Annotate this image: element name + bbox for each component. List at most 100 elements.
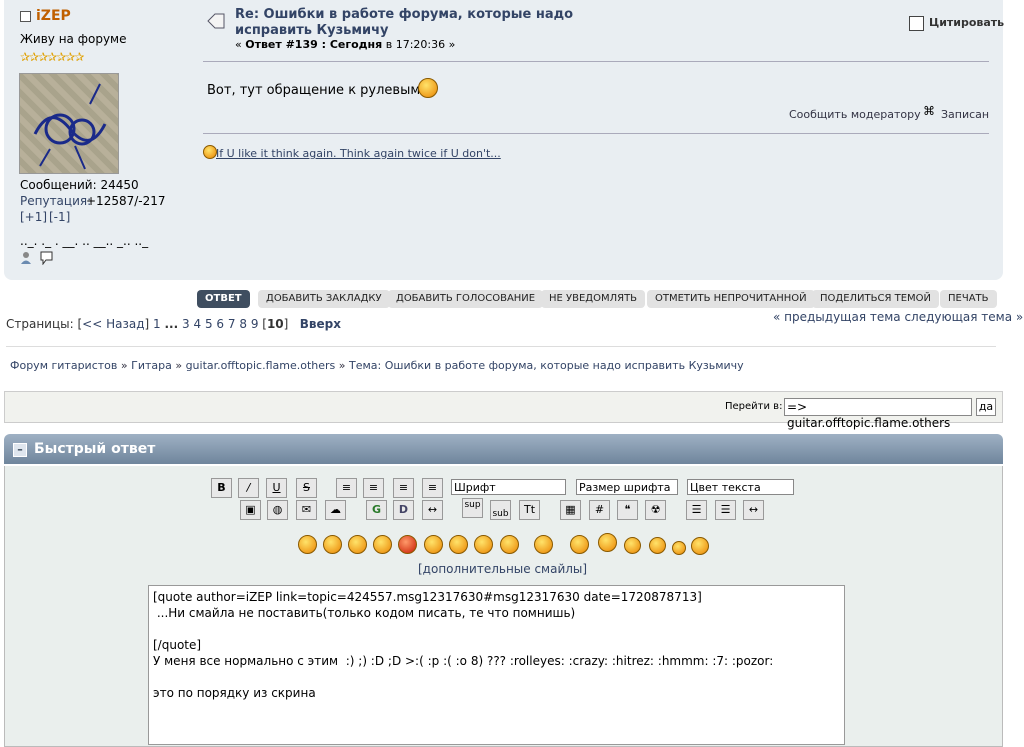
align-pre-icon[interactable]: ≡ <box>336 478 357 498</box>
page-link-6[interactable]: 6 <box>216 317 224 331</box>
breadcrumb-topic[interactable]: Тема: Ошибки в работе форума, которые на… <box>349 359 744 372</box>
collapse-toggle-icon[interactable]: – <box>13 443 27 457</box>
smiley-wink-icon[interactable] <box>323 535 342 554</box>
quote-icon[interactable] <box>909 16 924 31</box>
quick-reply-header: – Быстрый ответ <box>4 434 1003 464</box>
underline-icon[interactable]: U <box>266 478 287 498</box>
post-divider <box>203 61 989 62</box>
quote-button[interactable]: Цитировать <box>929 16 1004 29</box>
page-link-7[interactable]: 7 <box>228 317 236 331</box>
select-post-checkbox[interactable] <box>20 11 31 22</box>
smiley-grin-icon[interactable] <box>373 535 392 554</box>
glow-icon[interactable]: G <box>366 500 387 520</box>
breadcrumb-board[interactable]: guitar.offtopic.flame.others <box>186 359 336 372</box>
font-color-select[interactable]: Цвет текста <box>687 479 794 495</box>
horizontal-rule-icon[interactable]: ↔ <box>743 500 764 520</box>
smiley-pozor-icon[interactable] <box>691 537 709 555</box>
jump-go-button[interactable]: да <box>976 398 996 416</box>
teletype-icon[interactable]: Tt <box>519 500 540 520</box>
post-count: Сообщений: 24450 <box>20 178 139 192</box>
prev-next-topic[interactable]: « предыдущая тема следующая тема » <box>773 310 1023 324</box>
bold-icon[interactable]: B <box>211 478 232 498</box>
table-icon[interactable]: ▦ <box>560 500 581 520</box>
jump-label: Перейти в: <box>725 401 783 412</box>
smiley-smile-icon[interactable] <box>298 535 317 554</box>
mark-unread-button[interactable]: ОТМЕТИТЬ НЕПРОЧИТАННОЙ <box>647 290 815 308</box>
profile-icon[interactable] <box>20 250 35 265</box>
share-topic-button[interactable]: ПОДЕЛИТЬСЯ ТЕМОЙ <box>812 290 940 308</box>
radioactive-icon[interactable]: ☢ <box>645 500 666 520</box>
code-icon[interactable]: # <box>589 500 610 520</box>
align-right-icon[interactable]: ≡ <box>422 478 443 498</box>
quote-icon[interactable]: ❝ <box>617 500 638 520</box>
smiley-huh-icon[interactable] <box>534 535 553 554</box>
smiley-crazy-icon[interactable] <box>598 533 617 552</box>
post-meta-time: в 17:20:36 » <box>382 38 456 51</box>
smiley-7-icon[interactable] <box>672 541 686 555</box>
breadcrumb-sep: » <box>117 359 132 372</box>
strike-icon[interactable]: S <box>296 478 317 498</box>
smiley-hitrez-icon[interactable] <box>624 537 641 554</box>
font-select[interactable]: Шрифт <box>451 479 566 495</box>
align-left-icon[interactable]: ≡ <box>363 478 384 498</box>
page-link-8[interactable]: 8 <box>239 317 247 331</box>
smiley-hmmm-icon[interactable] <box>649 537 666 554</box>
pagination-divider <box>6 346 996 347</box>
ordered-list-icon[interactable]: ☰ <box>715 500 736 520</box>
link-icon[interactable]: ◍ <box>267 500 288 520</box>
ftp-icon[interactable]: ☁ <box>325 500 346 520</box>
align-center-icon[interactable]: ≡ <box>393 478 414 498</box>
signature-smiley-icon <box>203 145 217 159</box>
pagination: Страницы: [<< Назад] 1 ... 3 4 5 6 7 8 9… <box>6 317 341 331</box>
page-link-9[interactable]: 9 <box>251 317 259 331</box>
report-link[interactable]: Сообщить модератору <box>789 108 921 121</box>
pm-icon[interactable] <box>39 250 54 266</box>
page-link-1[interactable]: 1 <box>153 317 161 331</box>
more-smileys-link[interactable]: [дополнительные смайлы] <box>418 562 587 576</box>
smiley-cool-icon[interactable] <box>500 535 519 554</box>
smiley-angry-icon[interactable] <box>398 535 417 554</box>
smiley-shocked-icon[interactable] <box>474 535 493 554</box>
reply-button[interactable]: ОТВЕТ <box>197 290 250 308</box>
font-size-select[interactable]: Размер шрифта <box>576 479 678 495</box>
smiley-rolleyes-icon[interactable] <box>570 535 589 554</box>
image-icon[interactable]: ▣ <box>240 500 261 520</box>
print-button[interactable]: ПЕЧАТЬ <box>940 290 997 308</box>
top-link[interactable]: Вверх <box>300 317 341 331</box>
add-poll-button[interactable]: ДОБАВИТЬ ГОЛОСОВАНИЕ <box>388 290 544 308</box>
poster-name[interactable]: iZEP <box>36 8 71 24</box>
rep-minus-link[interactable]: [-1] <box>49 210 70 224</box>
shadow-icon[interactable]: D <box>393 500 414 520</box>
post-subject-line1[interactable]: Re: Ошибки в работе форума, которые надо <box>235 7 573 23</box>
italic-icon[interactable]: / <box>238 478 259 498</box>
pagination-dots[interactable]: ... <box>164 317 178 331</box>
smiley-sad-icon[interactable] <box>449 535 468 554</box>
message-textarea[interactable]: [quote author=iZEP link=topic=424557.msg… <box>148 585 845 745</box>
breadcrumb-forum[interactable]: Форум гитаристов <box>10 359 117 372</box>
bookmark-button[interactable]: ДОБАВИТЬ ЗАКЛАДКУ <box>258 290 390 308</box>
post-subject-line2[interactable]: исправить Кузьмичу <box>235 23 573 39</box>
signature-link[interactable]: If U like it think again. Think again tw… <box>216 147 501 160</box>
page-back-link[interactable]: << Назад <box>82 317 144 331</box>
avatar-drawing-icon <box>33 83 107 170</box>
post-meta: « Ответ #139 : Сегодня в 17:20:36 » <box>235 38 455 51</box>
list-icon[interactable]: ☰ <box>686 500 707 520</box>
smiley-tongue-icon[interactable] <box>424 535 443 554</box>
breadcrumb-sep: » <box>171 359 186 372</box>
unnotify-button[interactable]: НЕ УВЕДОМЛЯТЬ <box>541 290 646 308</box>
subscript-icon[interactable]: sub <box>490 500 511 520</box>
breadcrumb-guitar[interactable]: Гитара <box>131 359 172 372</box>
jump-select[interactable]: => guitar.offtopic.flame.others <box>784 398 972 430</box>
rep-plus-link[interactable]: [+1] <box>20 210 47 224</box>
move-icon[interactable]: ↔ <box>422 500 443 520</box>
smiley-icon <box>418 78 438 98</box>
page-link-3[interactable]: 3 <box>182 317 190 331</box>
post-icon <box>206 12 226 30</box>
superscript-icon[interactable]: sup <box>462 498 483 518</box>
post-meta-reply[interactable]: Ответ #139 : Сегодня <box>245 38 382 51</box>
email-icon[interactable]: ✉ <box>296 500 317 520</box>
page-link-5[interactable]: 5 <box>205 317 213 331</box>
post-subject[interactable]: Re: Ошибки в работе форума, которые надо… <box>235 7 573 39</box>
smiley-cheesy-icon[interactable] <box>348 535 367 554</box>
page-link-4[interactable]: 4 <box>193 317 201 331</box>
